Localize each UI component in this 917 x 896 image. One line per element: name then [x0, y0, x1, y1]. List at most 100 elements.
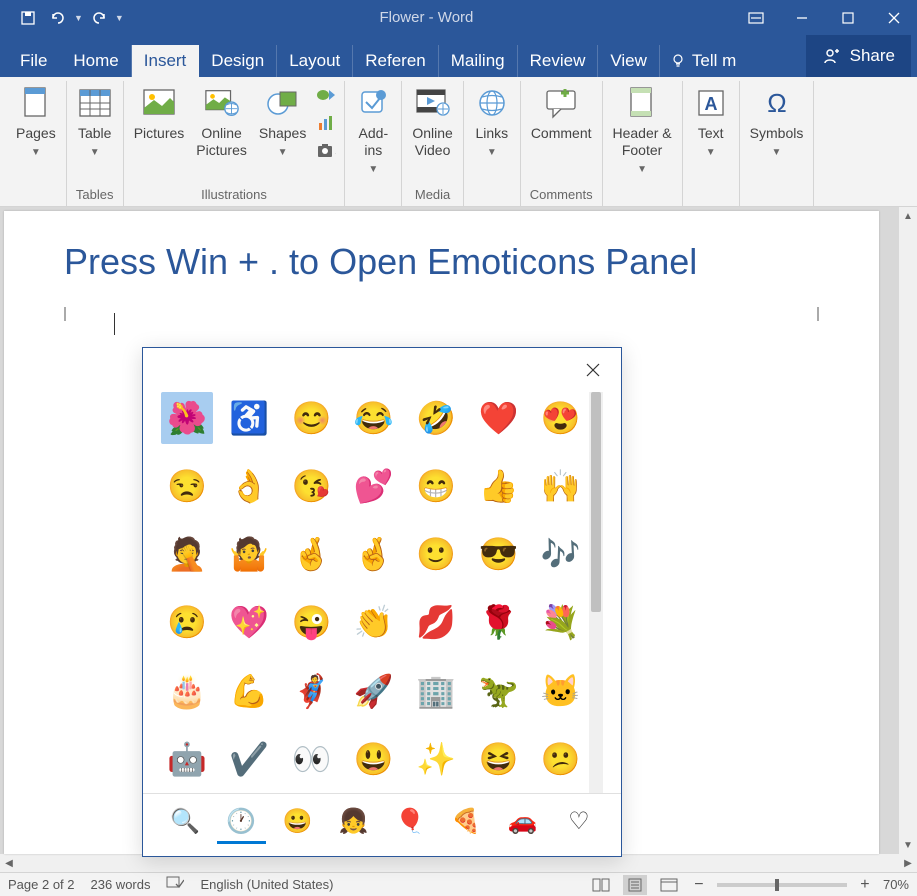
- emoji-cell[interactable]: 😜: [286, 596, 338, 648]
- emoji-cell[interactable]: 🎶: [535, 528, 587, 580]
- emoji-cell[interactable]: 🤷: [223, 528, 275, 580]
- menu-home[interactable]: Home: [61, 45, 131, 77]
- menu-review[interactable]: Review: [518, 45, 599, 77]
- ribbon-symbols-button[interactable]: ΩSymbols▼: [746, 81, 808, 181]
- emoji-cell[interactable]: 👏: [348, 596, 400, 648]
- emoji-cell[interactable]: ✔️: [223, 733, 275, 785]
- chart-icon[interactable]: [314, 111, 338, 135]
- scroll-down-icon[interactable]: ▼: [899, 836, 917, 854]
- emoji-cell[interactable]: 😒: [161, 460, 213, 512]
- ribbon-pictures-button[interactable]: Pictures: [130, 81, 189, 181]
- status-page[interactable]: Page 2 of 2: [8, 877, 75, 892]
- emoji-cell[interactable]: 😁: [410, 460, 462, 512]
- document-page[interactable]: Press Win + . to Open Emoticons Panel 🌺♿…: [4, 211, 879, 854]
- menu-view[interactable]: View: [598, 45, 660, 77]
- ribbon-header-footer-button[interactable]: Header &Footer▼: [609, 81, 676, 181]
- emoji-cell[interactable]: 😘: [286, 460, 338, 512]
- emoji-cell[interactable]: 🤦: [161, 528, 213, 580]
- ribbon-add-ins-button[interactable]: Add-ins▼: [351, 81, 395, 181]
- emoji-cell[interactable]: 🐱: [535, 665, 587, 717]
- emoji-tab-heart[interactable]: ♡: [555, 802, 603, 844]
- share-button[interactable]: Share: [806, 35, 911, 77]
- ribbon-comment-button[interactable]: Comment: [527, 81, 596, 181]
- emoji-cell[interactable]: 😊: [286, 392, 338, 444]
- emoji-cell[interactable]: 🤣: [410, 392, 462, 444]
- ribbon-shapes-button[interactable]: Shapes▼: [255, 81, 310, 181]
- undo-icon[interactable]: [48, 8, 68, 28]
- ribbon-options-icon[interactable]: [733, 0, 779, 35]
- tell-me[interactable]: Tell m: [660, 45, 746, 77]
- emoji-cell[interactable]: 🌺: [161, 392, 213, 444]
- emoji-cell[interactable]: 😃: [348, 733, 400, 785]
- zoom-slider[interactable]: [717, 883, 847, 887]
- scroll-left-icon[interactable]: ◀: [0, 854, 18, 872]
- emoji-cell[interactable]: 🏢: [410, 665, 462, 717]
- zoom-level[interactable]: 70%: [883, 877, 909, 892]
- menu-insert[interactable]: Insert: [132, 45, 200, 77]
- emoji-tab-food[interactable]: 🍕: [442, 802, 490, 844]
- emoji-tab-transport[interactable]: 🚗: [499, 802, 547, 844]
- emoji-tab-search[interactable]: 🔍: [161, 802, 209, 844]
- emoji-cell[interactable]: 🤞: [286, 528, 338, 580]
- emoji-cell[interactable]: 👀: [286, 733, 338, 785]
- minimize-icon[interactable]: [779, 0, 825, 35]
- menu-references[interactable]: Referen: [353, 45, 438, 77]
- smartart-icon[interactable]: [314, 83, 338, 107]
- maximize-icon[interactable]: [825, 0, 871, 35]
- emoji-cell[interactable]: ✨: [410, 733, 462, 785]
- emoji-cell[interactable]: 😎: [472, 528, 524, 580]
- save-icon[interactable]: [18, 8, 38, 28]
- zoom-out-icon[interactable]: −: [691, 876, 707, 894]
- screenshot-icon[interactable]: ▼: [314, 139, 338, 163]
- emoji-scrollbar[interactable]: [589, 392, 603, 793]
- emoji-tab-people[interactable]: 👧: [330, 802, 378, 844]
- redo-icon[interactable]: [89, 8, 109, 28]
- emoji-cell[interactable]: ❤️: [472, 392, 524, 444]
- ribbon-pages-button[interactable]: Pages▼: [12, 81, 60, 181]
- ribbon-links-button[interactable]: Links▼: [470, 81, 514, 181]
- emoji-cell[interactable]: 💐: [535, 596, 587, 648]
- vertical-scrollbar[interactable]: ▲ ▼: [899, 207, 917, 854]
- emoji-cell[interactable]: 🤖: [161, 733, 213, 785]
- menu-layout[interactable]: Layout: [277, 45, 353, 77]
- emoji-tab-smileys[interactable]: 😀: [274, 802, 322, 844]
- emoji-cell[interactable]: 💪: [223, 665, 275, 717]
- ribbon-online-video-button[interactable]: OnlineVideo: [408, 81, 456, 181]
- emoji-close-icon[interactable]: [583, 360, 603, 380]
- ribbon-table-button[interactable]: Table▼: [73, 81, 117, 181]
- scroll-up-icon[interactable]: ▲: [899, 207, 917, 225]
- emoji-cell[interactable]: 🚀: [348, 665, 400, 717]
- emoji-cell[interactable]: 💋: [410, 596, 462, 648]
- emoji-cell[interactable]: 🤞: [348, 528, 400, 580]
- zoom-in-icon[interactable]: +: [857, 876, 873, 894]
- emoji-tab-recent[interactable]: 🕐: [217, 802, 265, 844]
- status-words[interactable]: 236 words: [91, 877, 151, 892]
- emoji-cell[interactable]: 🎂: [161, 665, 213, 717]
- emoji-cell[interactable]: 💖: [223, 596, 275, 648]
- emoji-tab-celebration[interactable]: 🎈: [386, 802, 434, 844]
- scroll-right-icon[interactable]: ▶: [899, 854, 917, 872]
- view-print-icon[interactable]: [623, 875, 647, 895]
- view-web-icon[interactable]: [657, 875, 681, 895]
- emoji-cell[interactable]: 👍: [472, 460, 524, 512]
- emoji-cell[interactable]: ♿: [223, 392, 275, 444]
- emoji-cell[interactable]: 😆: [472, 733, 524, 785]
- menu-mailings[interactable]: Mailing: [439, 45, 518, 77]
- menu-file[interactable]: File: [6, 45, 61, 77]
- status-language[interactable]: English (United States): [200, 877, 333, 892]
- ribbon-online-pictures-button[interactable]: OnlinePictures: [192, 81, 251, 181]
- emoji-cell[interactable]: 🙌: [535, 460, 587, 512]
- emoji-cell[interactable]: 😢: [161, 596, 213, 648]
- emoji-cell[interactable]: 😕: [535, 733, 587, 785]
- emoji-cell[interactable]: 🙂: [410, 528, 462, 580]
- status-spellcheck-icon[interactable]: [166, 876, 184, 893]
- emoji-cell[interactable]: 💕: [348, 460, 400, 512]
- ribbon-text-button[interactable]: AText▼: [689, 81, 733, 181]
- emoji-cell[interactable]: 🌹: [472, 596, 524, 648]
- emoji-cell[interactable]: 👌: [223, 460, 275, 512]
- emoji-cell[interactable]: 😂: [348, 392, 400, 444]
- menu-design[interactable]: Design: [199, 45, 277, 77]
- emoji-cell[interactable]: 😍: [535, 392, 587, 444]
- emoji-cell[interactable]: 🦸: [286, 665, 338, 717]
- view-read-icon[interactable]: [589, 875, 613, 895]
